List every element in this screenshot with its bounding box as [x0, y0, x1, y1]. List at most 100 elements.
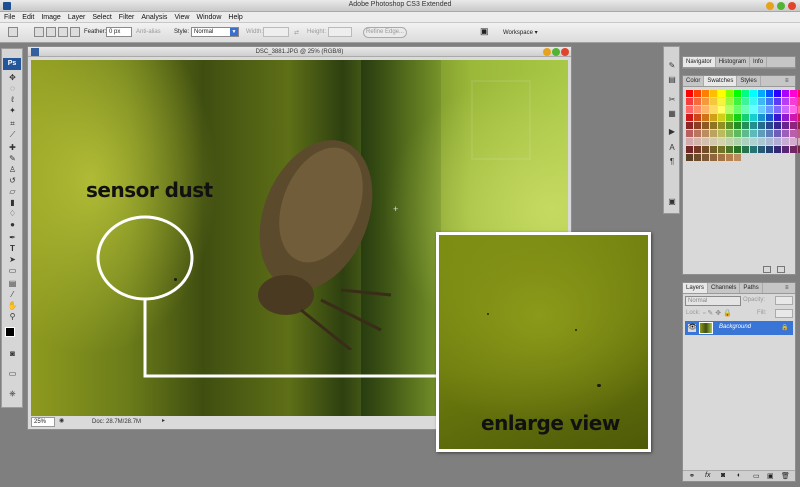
menu-analysis[interactable]: Analysis	[141, 14, 167, 21]
color-swatch[interactable]	[734, 138, 741, 145]
adjustment-layer-icon[interactable]: ◐	[737, 472, 741, 479]
tab-navigator[interactable]: Navigator	[683, 57, 716, 67]
color-swatch[interactable]	[782, 146, 789, 153]
color-swatch[interactable]	[694, 146, 701, 153]
brush-tool-icon[interactable]: ✎	[5, 154, 20, 163]
color-swatch[interactable]	[694, 130, 701, 137]
color-swatch[interactable]	[702, 114, 709, 121]
layer-mask-icon[interactable]: ◙	[721, 472, 725, 479]
color-swatch[interactable]	[686, 98, 693, 105]
tab-swatches[interactable]: Swatches	[704, 76, 738, 86]
marquee-preset-icon[interactable]	[8, 27, 18, 37]
color-swatch[interactable]	[782, 98, 789, 105]
tool-presets-icon[interactable]: ▤	[667, 75, 677, 85]
color-swatch[interactable]	[734, 114, 741, 121]
color-swatch[interactable]	[774, 130, 781, 137]
color-swatch[interactable]	[766, 106, 773, 113]
link-layers-icon[interactable]: ⚭	[689, 472, 695, 480]
color-swatch[interactable]	[702, 122, 709, 129]
color-swatch[interactable]	[702, 90, 709, 97]
color-swatch[interactable]	[758, 122, 765, 129]
color-swatch[interactable]	[742, 98, 749, 105]
slice-tool-icon[interactable]: ⟋	[5, 130, 20, 139]
color-swatch[interactable]	[774, 98, 781, 105]
menu-layer[interactable]: Layer	[68, 14, 86, 21]
color-swatch[interactable]	[766, 122, 773, 129]
tab-channels[interactable]: Channels	[708, 283, 741, 293]
color-swatch[interactable]	[718, 114, 725, 121]
color-swatch[interactable]	[702, 106, 709, 113]
shape-tool-icon[interactable]: ▭	[5, 266, 20, 275]
layer-row-background[interactable]: 👁 Background 🔒	[685, 321, 793, 335]
color-swatch[interactable]	[790, 106, 797, 113]
hand-tool-icon[interactable]: ✋	[5, 301, 20, 310]
character-icon[interactable]: A	[667, 143, 677, 153]
color-swatch[interactable]	[726, 98, 733, 105]
menu-edit[interactable]: Edit	[22, 14, 34, 21]
color-swatch[interactable]	[782, 90, 789, 97]
workspace-button[interactable]: Workspace ▾	[503, 29, 538, 36]
color-swatch[interactable]	[742, 106, 749, 113]
color-swatch[interactable]	[726, 122, 733, 129]
color-swatch[interactable]	[710, 146, 717, 153]
color-swatch[interactable]	[790, 98, 797, 105]
color-swatch[interactable]	[734, 154, 741, 161]
tab-styles[interactable]: Styles	[737, 76, 761, 86]
color-swatch[interactable]	[686, 90, 693, 97]
color-swatch[interactable]	[710, 90, 717, 97]
color-swatch[interactable]	[782, 130, 789, 137]
color-swatch[interactable]	[774, 114, 781, 121]
screen-mode-icon[interactable]: ▭	[5, 369, 20, 378]
doc-close-button[interactable]	[561, 48, 569, 56]
color-swatch[interactable]	[686, 106, 693, 113]
color-swatch[interactable]	[742, 130, 749, 137]
color-swatch[interactable]	[782, 122, 789, 129]
color-swatch[interactable]	[686, 146, 693, 153]
stamp-tool-icon[interactable]: ♙	[5, 165, 20, 174]
marquee-tool-icon[interactable]: ◌	[5, 84, 20, 93]
new-swatch-icon[interactable]	[763, 266, 771, 273]
color-swatch[interactable]	[726, 130, 733, 137]
brushes-icon[interactable]: ✎	[667, 61, 677, 71]
color-swatch[interactable]	[718, 90, 725, 97]
foreground-color-swatch[interactable]	[5, 327, 15, 337]
color-swatch[interactable]	[718, 154, 725, 161]
color-swatch[interactable]	[758, 98, 765, 105]
color-swatch[interactable]	[734, 90, 741, 97]
color-swatch[interactable]	[742, 146, 749, 153]
color-swatch[interactable]	[758, 146, 765, 153]
history-brush-tool-icon[interactable]: ↺	[5, 176, 20, 185]
color-swatch[interactable]	[686, 130, 693, 137]
refine-edge-button[interactable]: Refine Edge...	[363, 27, 407, 38]
minimize-button[interactable]	[766, 2, 774, 10]
imageready-icon[interactable]: ⎈	[5, 389, 20, 398]
blur-tool-icon[interactable]: ♢	[5, 209, 20, 218]
color-swatch[interactable]	[742, 114, 749, 121]
menu-view[interactable]: View	[174, 14, 189, 21]
height-input[interactable]	[328, 27, 352, 37]
color-swatch[interactable]	[782, 114, 789, 121]
actions-icon[interactable]: ▶	[667, 127, 677, 137]
pen-tool-icon[interactable]: ✒	[5, 233, 20, 242]
color-swatch[interactable]	[758, 138, 765, 145]
color-swatch[interactable]	[734, 98, 741, 105]
tab-histogram[interactable]: Histogram	[716, 57, 751, 67]
color-swatch[interactable]	[726, 146, 733, 153]
opacity-input[interactable]	[775, 296, 793, 305]
color-swatch[interactable]	[710, 122, 717, 129]
color-swatch[interactable]	[686, 154, 693, 161]
color-swatch[interactable]	[750, 114, 757, 121]
color-swatch[interactable]	[758, 90, 765, 97]
close-button[interactable]	[788, 2, 796, 10]
zoom-tool-icon[interactable]: ⚲	[5, 312, 20, 321]
color-swatch[interactable]	[718, 146, 725, 153]
color-swatch[interactable]	[718, 130, 725, 137]
color-swatch[interactable]	[750, 90, 757, 97]
status-menu-icon[interactable]: ◉	[59, 417, 64, 427]
maximize-button[interactable]	[777, 2, 785, 10]
blend-mode-select[interactable]: Normal	[685, 296, 741, 306]
type-tool-icon[interactable]: T	[5, 244, 20, 253]
color-swatch[interactable]	[734, 122, 741, 129]
new-layer-icon[interactable]: ▣	[767, 472, 774, 480]
color-swatch[interactable]	[694, 114, 701, 121]
